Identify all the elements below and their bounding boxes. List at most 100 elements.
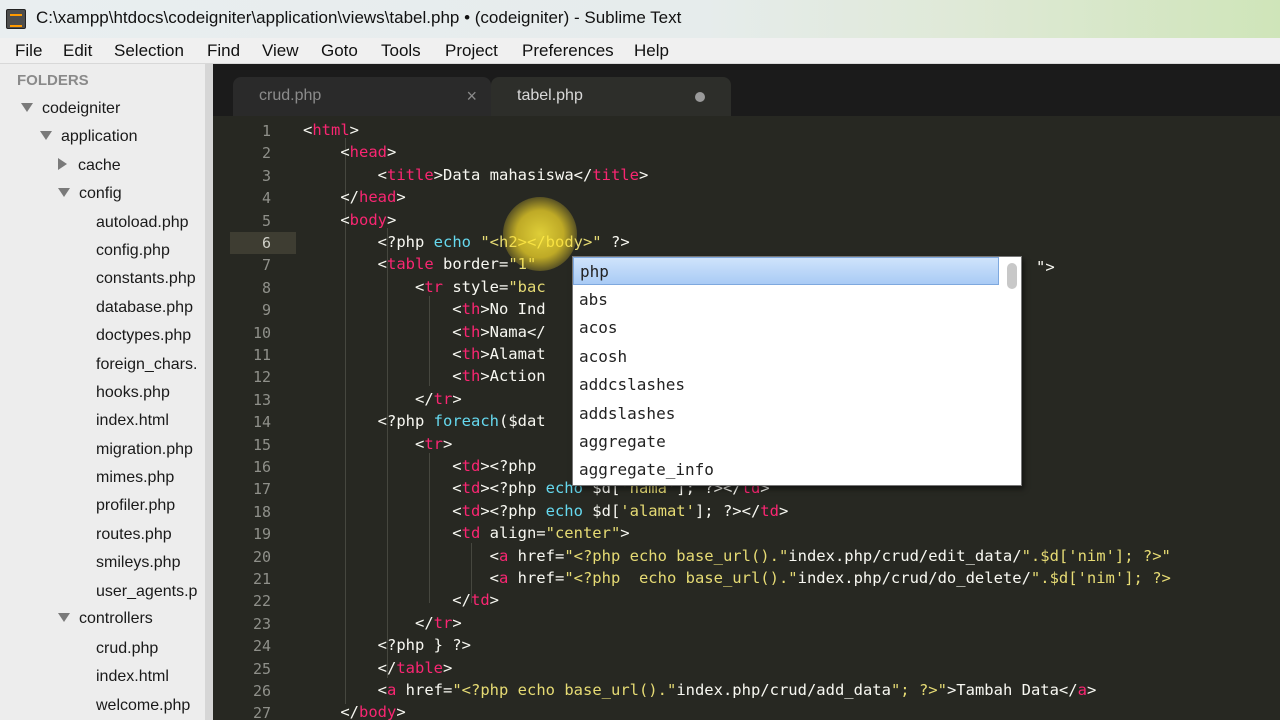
line-number: 25 — [252, 659, 271, 678]
sidebar-file[interactable]: routes.php — [96, 526, 172, 544]
line-number: 10 — [252, 323, 271, 342]
line-number: 21 — [252, 570, 271, 588]
code-line: <?php echo "<h2></body>" ?> — [303, 233, 630, 251]
autocomplete-item-selected[interactable]: php — [573, 257, 999, 285]
line-number: 13 — [252, 390, 271, 409]
autocomplete-item[interactable]: abs — [573, 286, 999, 314]
code-line: <th>No Ind — [303, 300, 546, 319]
code-line: <?php } ?> — [303, 636, 471, 655]
code-line: <table border="1" — [303, 255, 537, 274]
autocomplete-item[interactable]: aggregate_info — [573, 456, 999, 484]
line-number: 17 — [252, 480, 271, 499]
menu-preferences[interactable]: Preferences — [522, 41, 614, 61]
menu-find[interactable]: Find — [207, 41, 240, 61]
line-number: 27 — [252, 704, 271, 720]
line-number: 18 — [252, 502, 271, 521]
code-line: <td><?php — [303, 457, 546, 475]
code-line: </td> — [303, 591, 499, 610]
sidebar-scrollbar[interactable] — [205, 64, 213, 720]
sidebar-folder-controllers[interactable]: controllers — [58, 610, 153, 628]
sidebar-file[interactable]: doctypes.php — [96, 327, 191, 345]
line-number: 1 — [261, 122, 271, 140]
sidebar-file[interactable]: migration.php — [96, 441, 193, 459]
sidebar-file[interactable]: mimes.php — [96, 469, 174, 487]
unsaved-dot-icon[interactable] — [695, 92, 705, 102]
folders-header: FOLDERS — [17, 72, 89, 89]
sidebar-file[interactable]: welcome.php — [96, 697, 190, 715]
title-bar[interactable]: C:\xampp\htdocs\codeigniter\application\… — [0, 0, 1280, 38]
sidebar-folder-codeigniter[interactable]: codeigniter — [21, 100, 120, 118]
sidebar-folder-cache[interactable]: cache — [58, 157, 121, 175]
code-line: <td><?php echo $d['alamat']; ?></td> — [303, 501, 789, 520]
autocomplete-item[interactable]: aggregate — [573, 428, 999, 456]
line-number: 12 — [252, 368, 271, 387]
menu-tools[interactable]: Tools — [381, 41, 421, 61]
line-number: 3 — [261, 166, 271, 185]
sidebar-file[interactable]: profiler.php — [96, 497, 175, 515]
line-number: 16 — [252, 458, 271, 476]
code-line: <title>Data mahasiswa</title> — [303, 165, 649, 184]
sidebar-file[interactable]: database.php — [96, 299, 193, 317]
line-number: 7 — [261, 256, 271, 275]
line-number: 20 — [252, 547, 271, 566]
code-line: </body> — [303, 703, 406, 720]
menu-goto[interactable]: Goto — [321, 41, 358, 61]
close-icon[interactable]: × — [466, 86, 477, 107]
code-line: <html> — [303, 121, 360, 139]
menu-edit[interactable]: Edit — [63, 41, 92, 61]
autocomplete-item[interactable]: addcslashes — [573, 371, 999, 399]
autocomplete-item[interactable]: acosh — [573, 343, 999, 371]
sidebar-file[interactable]: smileys.php — [96, 554, 180, 572]
sidebar-file[interactable]: crud.php — [96, 640, 158, 658]
line-number: 11 — [252, 346, 271, 364]
code-line: <tr> — [303, 434, 453, 453]
sidebar-file[interactable]: index.html — [96, 412, 169, 430]
autocomplete-scrollbar[interactable] — [1007, 263, 1017, 289]
autocomplete-popup[interactable]: php abs acos acosh addcslashes addslashe… — [572, 256, 1022, 486]
folder-collapsed-icon — [58, 158, 67, 170]
folder-expanded-icon — [58, 613, 70, 622]
menu-file[interactable]: File — [15, 41, 42, 61]
folder-sidebar: FOLDERS codeigniter application cache co… — [0, 64, 210, 720]
sidebar-file[interactable]: constants.php — [96, 270, 196, 288]
menu-help[interactable]: Help — [634, 41, 669, 61]
mouse-cursor-highlight — [503, 197, 577, 271]
sidebar-file[interactable]: config.php — [96, 242, 170, 260]
sublime-app-icon[interactable] — [6, 9, 26, 29]
code-line: </tr> — [303, 613, 462, 632]
code-line: <th>Nama</ — [303, 322, 546, 341]
line-number: 8 — [261, 278, 271, 297]
code-line: <a href="<?php echo base_url()."index.ph… — [303, 546, 1171, 565]
sidebar-folder-config[interactable]: config — [58, 185, 122, 203]
tab-bar: crud.php × tabel.php — [213, 64, 1280, 116]
code-line: <th>Alamat — [303, 345, 546, 363]
sidebar-file[interactable]: foreign_chars. — [96, 356, 197, 374]
sidebar-file[interactable]: index.html — [96, 668, 169, 686]
line-number: 23 — [252, 614, 271, 633]
sidebar-folder-application[interactable]: application — [40, 128, 138, 146]
menu-view[interactable]: View — [262, 41, 299, 61]
line-number: 4 — [261, 189, 271, 208]
window-title: C:\xampp\htdocs\codeigniter\application\… — [36, 8, 682, 27]
sidebar-file[interactable]: hooks.php — [96, 384, 170, 402]
sidebar-file[interactable]: user_agents.p — [96, 583, 197, 601]
autocomplete-item[interactable]: addslashes — [573, 400, 999, 428]
sidebar-file[interactable]: autoload.php — [96, 214, 189, 232]
code-line: <?php foreach($dat — [303, 412, 546, 431]
tab-tabel-php[interactable]: tabel.php — [491, 77, 731, 116]
tab-label: tabel.php — [517, 87, 583, 104]
line-number: 6 — [261, 234, 271, 252]
menu-selection[interactable]: Selection — [114, 41, 184, 61]
menu-project[interactable]: Project — [445, 41, 498, 61]
folder-expanded-icon — [40, 131, 52, 140]
tab-crud-php[interactable]: crud.php × — [233, 77, 491, 116]
folder-expanded-icon — [58, 188, 70, 197]
line-number: 22 — [252, 592, 271, 611]
line-number: 24 — [252, 637, 271, 656]
code-line: </table> — [303, 658, 453, 677]
folder-expanded-icon — [21, 103, 33, 112]
code-line-7-tail: "> — [1036, 258, 1055, 276]
line-number: 5 — [261, 211, 271, 230]
line-number: 2 — [261, 144, 271, 163]
autocomplete-item[interactable]: acos — [573, 314, 999, 342]
